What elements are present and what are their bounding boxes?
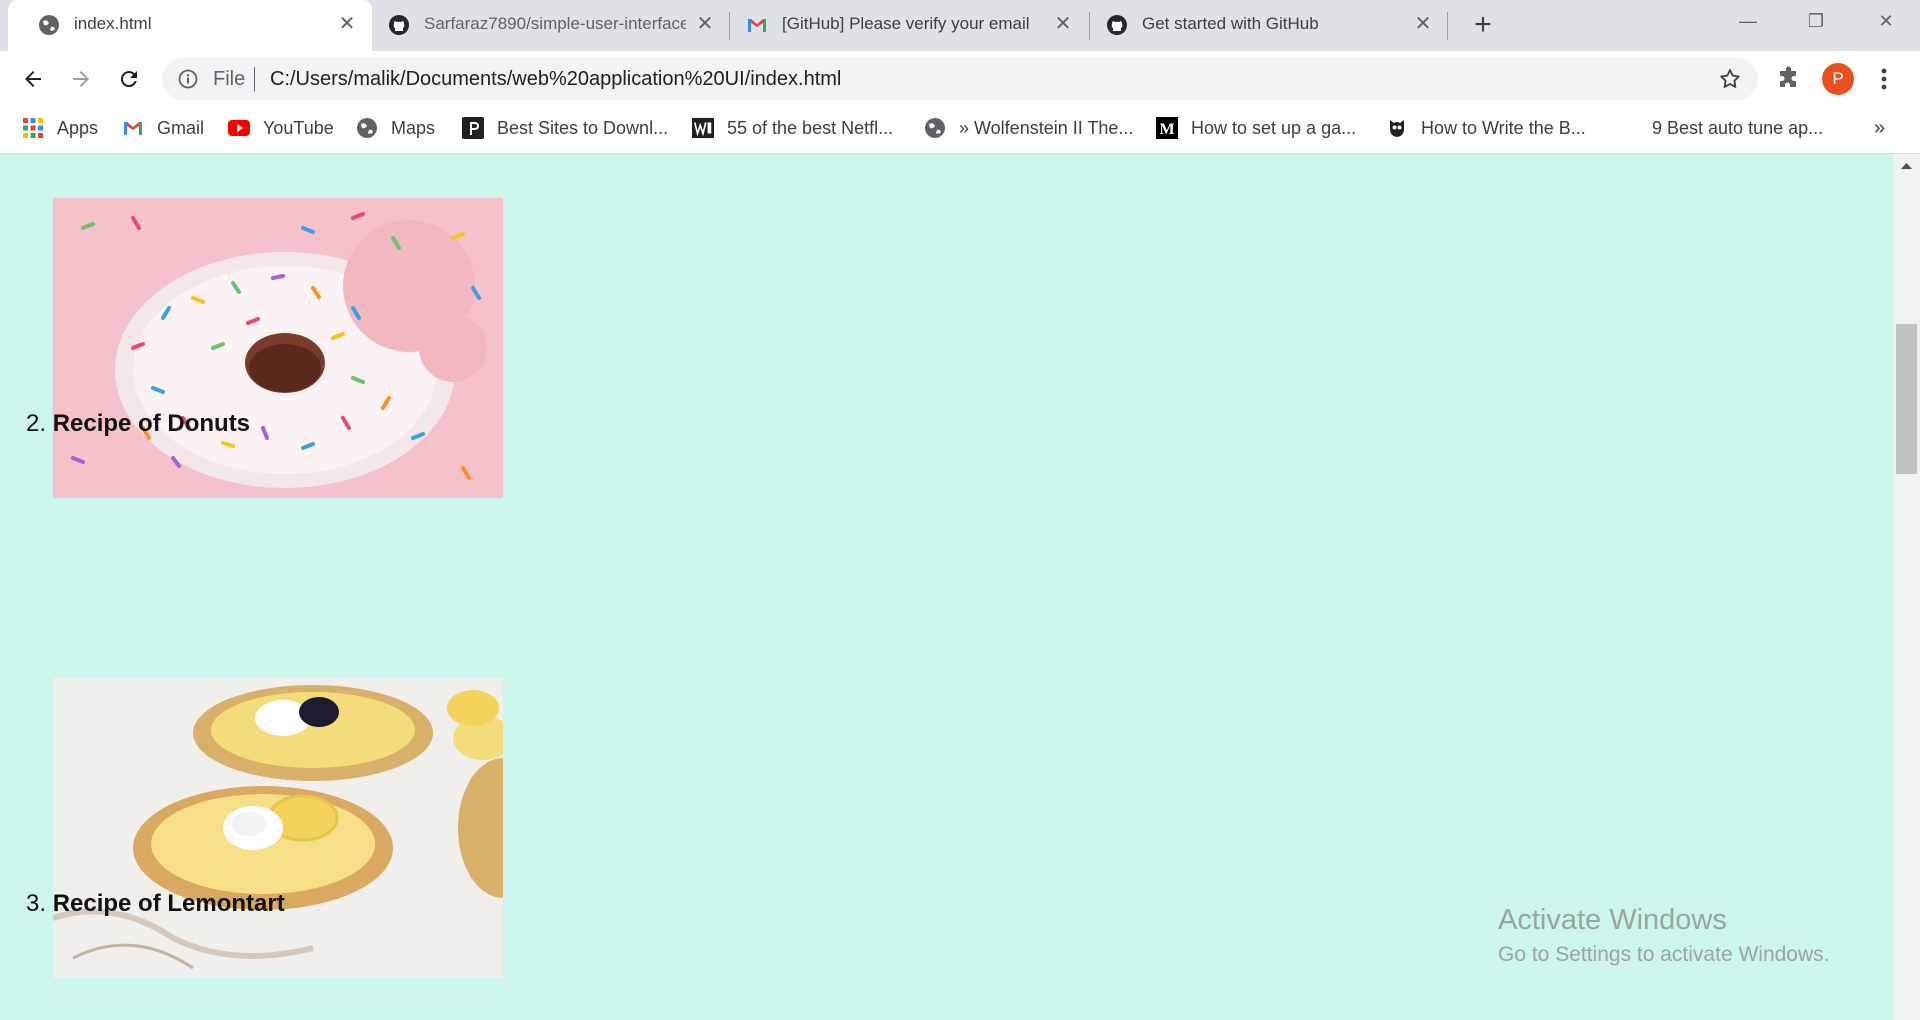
forward-button[interactable]: [64, 62, 98, 96]
tab-title: Sarfaraz7890/simple-user-interface: [424, 14, 686, 33]
recipe-list-item: 2. Recipe of Donuts: [26, 410, 250, 438]
bookmark-youtube[interactable]: YouTube: [228, 113, 334, 143]
scroll-up-arrow-icon[interactable]: [1893, 154, 1920, 178]
watermark-title: Activate Windows: [1498, 904, 1727, 936]
globe-icon: [39, 15, 59, 35]
tab-github-verify-email[interactable]: [GitHub] Please verify your email ✕: [730, 0, 1088, 51]
bookmark-netflix-list[interactable]: 55 of the best Netfl...: [692, 113, 893, 143]
bookmark-label: Apps: [57, 117, 99, 138]
tab-title: [GitHub] Please verify your email: [782, 14, 1030, 33]
tab-index-html[interactable]: index.html ✕: [8, 0, 372, 51]
wired-icon: [692, 117, 714, 139]
address-bar[interactable]: File C:/Users/malik/Documents/web%20appl…: [162, 58, 1758, 100]
recipe-list-item: 3. Recipe of Lemontart: [26, 890, 285, 918]
url-scheme-label: File: [213, 68, 246, 90]
tab-strip: index.html ✕ Sarfaraz7890/simple-user-in…: [0, 0, 1920, 51]
owl-icon: [1386, 117, 1408, 139]
tab-github-repo[interactable]: Sarfaraz7890/simple-user-interface ✕: [372, 0, 728, 51]
recipe-title: Recipe of Donuts: [52, 410, 251, 437]
activate-windows-watermark: Activate Windows Go to Settings to activ…: [1498, 904, 1830, 967]
globe-icon: [924, 117, 946, 139]
close-tab-icon[interactable]: ✕: [336, 13, 358, 35]
bookmark-label: 9 Best auto tune ap...: [1652, 117, 1824, 138]
minimize-window-button[interactable]: —: [1728, 8, 1768, 34]
globe-icon: [356, 117, 378, 139]
bookmark-star-icon[interactable]: [1718, 67, 1742, 91]
bookmark-gmail[interactable]: Gmail: [122, 113, 204, 143]
bookmark-label: » Wolfenstein II The...: [959, 117, 1134, 138]
gmail-icon: [122, 117, 144, 139]
restore-window-button[interactable]: ❐: [1796, 8, 1836, 34]
tab-get-started-github[interactable]: Get started with GitHub ✕: [1090, 0, 1446, 51]
tab-title: index.html: [74, 14, 152, 33]
medium-icon: M: [1156, 117, 1178, 139]
apps-grid-icon: [22, 117, 44, 139]
bookmark-label: Maps: [391, 117, 436, 138]
tab-separator: [1447, 12, 1448, 40]
recipe-number: 3.: [26, 890, 47, 917]
url-divider: [254, 67, 255, 91]
bookmark-label: How to Write the B...: [1421, 117, 1586, 138]
bookmark-label: YouTube: [263, 117, 334, 138]
browser-toolbar: File C:/Users/malik/Documents/web%20appl…: [0, 51, 1920, 107]
bookmark-label: Best Sites to Downl...: [497, 117, 669, 138]
extensions-puzzle-icon[interactable]: [1776, 66, 1802, 92]
url-text[interactable]: C:/Users/malik/Documents/web%20applicati…: [270, 68, 841, 91]
donut-photo: [53, 198, 503, 498]
youtube-icon: [228, 117, 250, 139]
new-tab-button[interactable]: +: [1468, 10, 1498, 40]
close-tab-icon[interactable]: ✕: [694, 13, 716, 35]
scrollbar-thumb[interactable]: [1896, 324, 1917, 474]
page-content: 2. Recipe of Donuts 3. Recipe of Lemonta…: [0, 154, 1893, 1020]
github-icon: [389, 15, 409, 35]
reload-button[interactable]: [112, 62, 146, 96]
close-window-button[interactable]: ✕: [1866, 8, 1906, 34]
info-icon[interactable]: [178, 69, 198, 89]
close-tab-icon[interactable]: ✕: [1412, 13, 1434, 35]
back-button[interactable]: [16, 62, 50, 96]
svg-text:M: M: [1159, 121, 1174, 138]
bookmark-how-to-write[interactable]: How to Write the B...: [1386, 113, 1586, 143]
github-icon: [1107, 15, 1127, 35]
bookmark-best-sites[interactable]: Best Sites to Downl...: [462, 113, 668, 143]
bookmark-label: How to set up a ga...: [1191, 117, 1357, 138]
tab-title: Get started with GitHub: [1142, 14, 1319, 33]
bookmark-apps[interactable]: Apps: [22, 113, 98, 143]
watermark-subtitle: Go to Settings to activate Windows.: [1498, 943, 1830, 966]
bookmarks-overflow-button[interactable]: »: [1874, 113, 1885, 143]
bookmark-maps[interactable]: Maps: [356, 113, 435, 143]
more-menu-icon[interactable]: [1876, 65, 1892, 93]
site-icon: [462, 117, 484, 139]
lemon-tart-photo: [53, 678, 503, 978]
profile-avatar[interactable]: P: [1822, 63, 1854, 95]
gmail-icon: [748, 19, 766, 32]
recipe-number: 2.: [26, 410, 47, 437]
close-tab-icon[interactable]: ✕: [1052, 13, 1074, 35]
bookmark-auto-tune[interactable]: 9 Best auto tune ap...: [1652, 113, 1823, 143]
bookmark-medium-setup[interactable]: M How to set up a ga...: [1156, 113, 1356, 143]
bookmark-label: 55 of the best Netfl...: [727, 117, 894, 138]
bookmark-label: Gmail: [157, 117, 205, 138]
recipe-title: Recipe of Lemontart: [52, 890, 285, 917]
bookmark-wolfenstein[interactable]: » Wolfenstein II The...: [924, 113, 1133, 143]
arrow-left-icon: [25, 71, 41, 87]
bookmarks-bar: Apps Gmail YouTube Maps Best Sites to Do…: [0, 107, 1920, 154]
page-scrollbar[interactable]: [1893, 154, 1920, 1020]
arrow-right-icon: [73, 71, 89, 87]
reload-icon: [120, 71, 137, 88]
